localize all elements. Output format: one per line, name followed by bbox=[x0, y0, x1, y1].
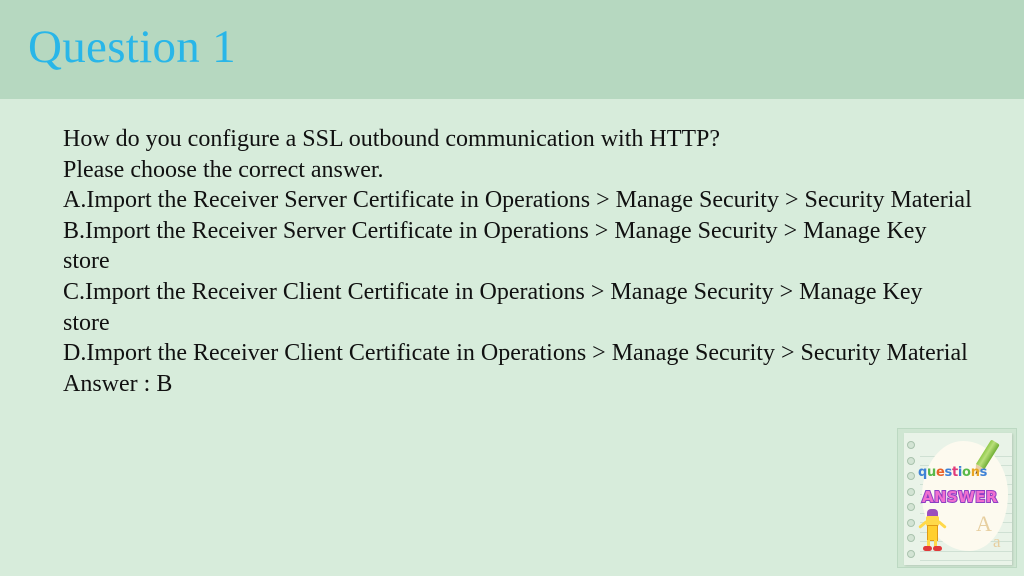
notebook-page: questions ANSWER A a bbox=[904, 433, 1012, 565]
slide: Question 1 How do you configure a SSL ou… bbox=[0, 0, 1024, 576]
answer-text: Answer : B bbox=[63, 370, 173, 397]
option-a: A.Import the Receiver Server Certificate… bbox=[63, 187, 972, 214]
slide-body: How do you configure a SSL outbound comm… bbox=[63, 124, 973, 399]
decorative-letter-A: A bbox=[976, 511, 992, 536]
questions-answer-clipart: questions ANSWER A a bbox=[897, 428, 1017, 568]
spiral-holes-icon bbox=[907, 441, 917, 561]
decorative-letter-a: a bbox=[993, 532, 1001, 551]
clipart-questions-label: questions bbox=[918, 465, 988, 480]
option-c: C.Import the Receiver Client Certificate… bbox=[63, 278, 929, 336]
instruction-text: Please choose the correct answer. bbox=[63, 156, 384, 183]
question-text: How do you configure a SSL outbound comm… bbox=[63, 126, 721, 152]
page-title: Question 1 bbox=[28, 21, 236, 73]
pencil-character-icon bbox=[918, 509, 947, 551]
clipart-answer-label: ANSWER bbox=[921, 487, 998, 507]
option-b: B.Import the Receiver Server Certificate… bbox=[63, 217, 933, 275]
option-d: D.Import the Receiver Client Certificate… bbox=[63, 340, 968, 367]
